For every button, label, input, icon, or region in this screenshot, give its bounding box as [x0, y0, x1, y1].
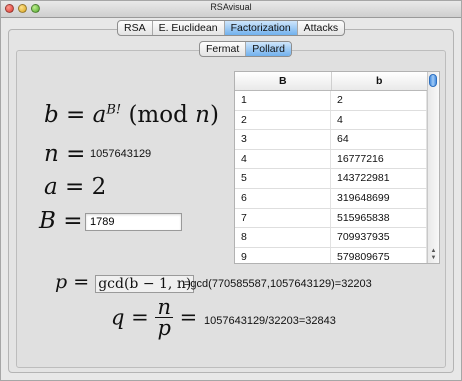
- formula-equals: =: [131, 305, 149, 330]
- scroll-up-arrow-icon[interactable]: ▲: [430, 248, 437, 255]
- table-header: B b: [235, 72, 428, 91]
- table-row[interactable]: 9 579809675: [235, 247, 428, 263]
- formula-equals: =: [65, 174, 85, 200]
- formula-equals: =: [73, 271, 90, 293]
- table-row[interactable]: 4 16777216: [235, 149, 428, 170]
- table-row[interactable]: 6 319648699: [235, 188, 428, 209]
- formula-b-mod: (mod: [128, 102, 196, 128]
- tab-pollard[interactable]: Pollard: [246, 42, 291, 56]
- formula-equals: =: [179, 305, 198, 330]
- table-row[interactable]: 24: [235, 110, 428, 131]
- cell-B: 7: [235, 208, 331, 228]
- tab-factorization[interactable]: Factorization: [224, 21, 298, 35]
- cell-b: 319648699: [331, 188, 427, 208]
- bound-B-input[interactable]: [85, 213, 182, 231]
- table-row[interactable]: 3 64: [235, 130, 428, 150]
- tab-extended-euclidean[interactable]: E. Euclidean: [153, 21, 225, 35]
- p-result: =gcd(770585587,1057643129)=32203: [184, 278, 372, 290]
- n-value: 1057643129: [90, 148, 152, 160]
- cell-b: 709937935: [331, 228, 427, 247]
- cell-b: 2: [331, 91, 427, 110]
- formula-n: n =: [44, 141, 85, 167]
- formula-b-mod-var: n: [195, 102, 210, 128]
- table-row[interactable]: 5 143722981: [235, 169, 428, 189]
- formula-p-var: p: [55, 271, 68, 293]
- table-row[interactable]: 12: [235, 91, 428, 111]
- cell-B: 8: [235, 228, 331, 247]
- formula-b-lhs: b: [44, 102, 59, 128]
- cell-B: 4: [235, 149, 331, 169]
- formula-q-var: q: [111, 305, 125, 330]
- cell-B: 6: [235, 188, 331, 208]
- method-tab-bar: Fermat Pollard: [199, 41, 292, 57]
- formula-q: q = n p =: [111, 297, 197, 345]
- q-result: 1057643129/32203=32843: [204, 315, 336, 327]
- gcd-expression: gcd(b − 1, n): [95, 275, 195, 293]
- cell-B: 3: [235, 130, 331, 149]
- formula-b-close: ): [209, 102, 219, 128]
- table-scrollbar[interactable]: ▲ ▼: [427, 72, 439, 263]
- column-header-B[interactable]: B: [235, 72, 332, 90]
- cell-b: 515965838: [331, 208, 427, 228]
- formula-B-var: B: [39, 208, 56, 234]
- tab-rsa[interactable]: RSA: [118, 21, 153, 35]
- cell-b: 16777216: [331, 149, 427, 169]
- fraction-n-over-p: n p: [155, 295, 173, 340]
- cell-B: 5: [235, 169, 331, 188]
- pollard-table[interactable]: B b 12 24 3 64 4 16777216 5 143722981 6 3196…: [234, 71, 440, 264]
- formula-B: B =: [39, 208, 83, 234]
- title-bar[interactable]: RSAvisual: [1, 1, 461, 18]
- tab-fermat[interactable]: Fermat: [200, 42, 247, 56]
- formula-b-base: a: [92, 102, 107, 128]
- cell-B: 2: [235, 110, 331, 130]
- formula-b-exponent: B!: [106, 102, 122, 118]
- formula-equals: =: [66, 141, 86, 167]
- cell-B: 1: [235, 91, 331, 110]
- column-header-b[interactable]: b: [332, 72, 428, 90]
- table-row[interactable]: 7 515965838: [235, 208, 428, 229]
- cell-B: 9: [235, 247, 331, 263]
- fraction-numerator: n: [155, 295, 173, 319]
- formula-b: b = aB! (mod n): [44, 102, 219, 128]
- app-window: RSAvisual RSA E. Euclidean Factorization…: [0, 0, 462, 381]
- cell-b: 64: [331, 130, 427, 149]
- formula-p: p = gcd(b − 1, n): [55, 271, 195, 293]
- tab-attacks[interactable]: Attacks: [298, 21, 344, 35]
- window-title: RSAvisual: [210, 2, 252, 12]
- fraction-denominator: p: [157, 316, 171, 340]
- cell-b: 143722981: [331, 169, 427, 188]
- formula-equals: =: [66, 102, 86, 128]
- cell-b: 579809675: [331, 247, 427, 263]
- a-value: 2: [91, 174, 107, 200]
- main-tab-bar: RSA E. Euclidean Factorization Attacks: [117, 20, 346, 36]
- formula-a: a = 2: [44, 174, 106, 200]
- formula-equals: =: [63, 208, 83, 234]
- formula-n-var: n: [44, 141, 59, 167]
- table-body: 12 24 3 64 4 16777216 5 143722981 6 31964869…: [235, 91, 428, 263]
- scrollbar-thumb[interactable]: [429, 74, 437, 87]
- formula-a-var: a: [44, 174, 58, 200]
- cell-b: 4: [331, 110, 427, 130]
- scroll-down-arrow-icon[interactable]: ▼: [430, 255, 437, 262]
- table-row[interactable]: 8 709937935: [235, 228, 428, 248]
